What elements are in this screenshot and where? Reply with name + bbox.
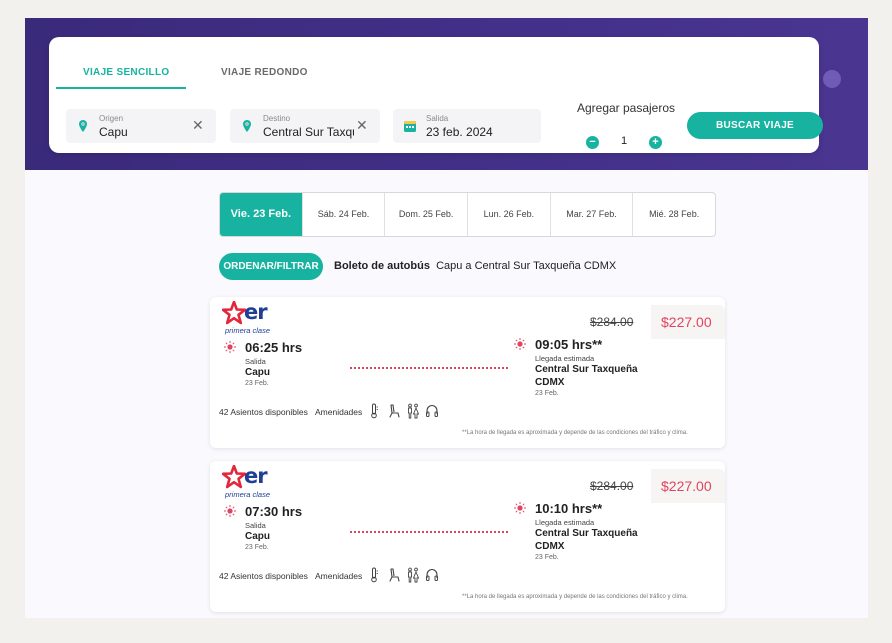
arrival-date: 23 Feb. [535,554,559,561]
hero-banner: VIAJE SENCILLO VIAJE REDONDO Origen Capu… [25,18,868,170]
sort-filter-button[interactable]: ORDENAR/FILTRAR [219,253,323,280]
search-card: VIAJE SENCILLO VIAJE REDONDO Origen Capu… [49,37,823,153]
departure-date: 23 Feb. [245,380,269,387]
trip-card[interactable]: er primera clase $284.00 $227.00 07:30 h… [210,461,725,612]
departure-label: Salida [245,357,266,366]
brand-subtitle: primera clase [225,490,271,499]
clear-destination-icon[interactable]: ✕ [356,118,368,132]
calendar-icon [404,121,416,132]
departure-place: Capu [245,367,270,378]
amenities-label: Amenidades [315,407,363,417]
tab-one-way[interactable]: VIAJE SENCILLO [83,67,169,78]
search-trip-button[interactable]: BUSCAR VIAJE [687,112,823,139]
route-title: Boleto de autobús Capu a Central Sur Tax… [334,260,616,272]
sun-icon [514,338,526,350]
arrival-place: Central Sur Taxqueña [535,528,638,539]
clear-origin-icon[interactable]: ✕ [192,118,204,132]
arrival-disclaimer: **La hora de llegada es aproximada y dep… [462,594,688,600]
destination-field[interactable]: Destino Central Sur Taxqueña CDMX ✕ [230,109,380,143]
date-tab-sat-24[interactable]: Sáb. 24 Feb. [303,193,386,236]
departure-date-field[interactable]: Salida 23 feb. 2024 [393,109,541,143]
origin-field[interactable]: Origen Capu ✕ [66,109,216,143]
original-price: $284.00 [590,315,634,329]
brand-name: er [244,464,268,488]
brand-name: er [244,300,268,324]
date-tab-wed-28[interactable]: Mié. 28 Feb. [633,193,715,236]
sun-icon [224,341,236,353]
arrival-place: Central Sur Taxqueña [535,364,638,375]
location-pin-icon [79,120,87,132]
brand-subtitle: primera clase [225,326,271,335]
headphones-icon [426,404,438,417]
date-selector: Vie. 23 Feb. Sáb. 24 Feb. Dom. 25 Feb. L… [219,192,716,237]
sun-icon [224,505,236,517]
discounted-price[interactable]: $227.00 [661,478,712,494]
available-seats: 42 Asientos disponibles [219,571,308,581]
arrival-label: Llegada estimada [535,354,595,363]
passengers-label: Agregar pasajeros [576,101,676,115]
departure-label: Salida [426,114,449,123]
arrival-time: 09:05 hrs** [535,337,603,352]
decorative-bubble [823,70,841,88]
seat-icon [389,404,400,418]
destination-label: Destino [263,114,291,123]
star-logo-icon [222,301,246,325]
departure-place: Capu [245,531,270,542]
route-text: Capu a Central Sur Taxqueña CDMX [436,260,617,272]
date-tab-fri-23[interactable]: Vie. 23 Feb. [220,193,303,236]
seat-icon [389,568,400,582]
location-pin-icon [243,120,251,132]
original-price: $284.00 [590,479,634,493]
sun-icon [514,502,526,514]
date-tab-sun-25[interactable]: Dom. 25 Feb. [385,193,469,236]
bus-line-logo: er primera clase [222,300,282,335]
arrival-place-city: CDMX [535,541,565,552]
page: VIAJE SENCILLO VIAJE REDONDO Origen Capu… [25,18,868,618]
origin-input[interactable]: Capu [99,125,189,139]
star-logo-icon [222,465,246,489]
restroom-icon [408,403,420,419]
trip-card[interactable]: er primera clase $284.00 $227.00 06:25 h… [210,297,725,448]
arrival-disclaimer: **La hora de llegada es aproximada y dep… [462,430,688,436]
tab-round-trip[interactable]: VIAJE REDONDO [221,67,308,78]
active-tab-indicator [56,87,186,89]
arrival-label: Llegada estimada [535,518,595,527]
departure-date: 23 Feb. [245,544,269,551]
thermometer-icon [371,403,378,419]
thermometer-icon [371,567,378,583]
arrival-date: 23 Feb. [535,390,559,397]
headphones-icon [426,568,438,581]
date-tab-tue-27[interactable]: Mar. 27 Feb. [551,193,634,236]
route-prefix: Boleto de autobús [334,260,430,272]
destination-input[interactable]: Central Sur Taxqueña CDMX [263,125,354,139]
departure-label: Salida [245,521,266,530]
route-line [350,367,508,369]
departure-time: 06:25 hrs [245,340,303,355]
passenger-count: 1 [620,135,628,147]
route-line [350,531,508,533]
available-seats: 42 Asientos disponibles [219,407,308,417]
date-tab-mon-26[interactable]: Lun. 26 Feb. [468,193,551,236]
increase-passengers-button[interactable]: + [649,136,662,149]
restroom-icon [408,567,420,583]
origin-label: Origen [99,114,124,123]
departure-date-value[interactable]: 23 feb. 2024 [426,125,493,139]
departure-time: 07:30 hrs [245,504,303,519]
arrival-time: 10:10 hrs** [535,501,603,516]
discounted-price[interactable]: $227.00 [661,314,712,330]
arrival-place-city: CDMX [535,377,565,388]
amenities-label: Amenidades [315,571,363,581]
bus-line-logo: er primera clase [222,464,282,499]
decrease-passengers-button[interactable]: − [586,136,599,149]
